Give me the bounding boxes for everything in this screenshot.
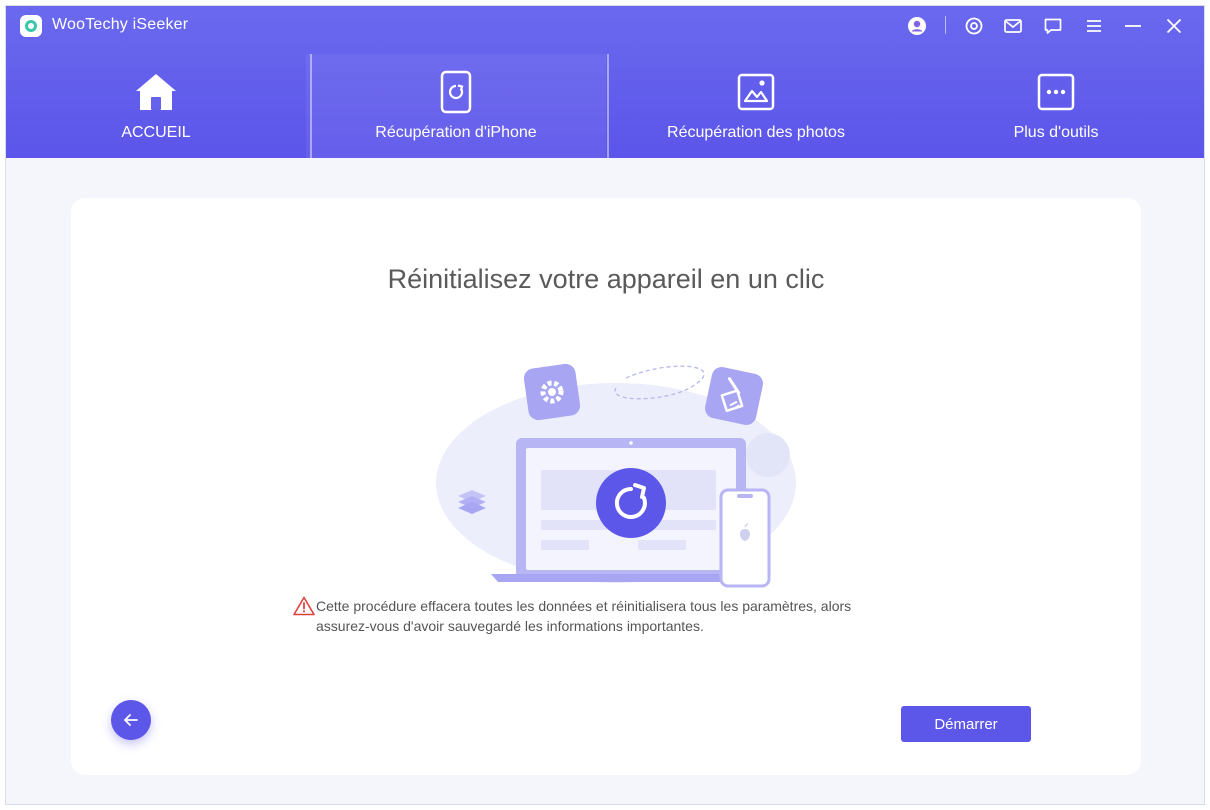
warning-line-2: assurez-vous d'avoir sauvegardé les info… <box>316 618 704 634</box>
app-window: WooTechy iSeeker ACCUEIL Récupération d'… <box>5 5 1205 805</box>
user-avatar-icon[interactable] <box>906 15 928 37</box>
tab-divider <box>310 54 312 158</box>
warning-message: Cette procédure effacera toutes les donn… <box>293 596 933 636</box>
tab-label: Récupération des photos <box>667 124 845 141</box>
tab-label: Récupération d'iPhone <box>375 124 537 141</box>
reset-device-illustration <box>426 358 806 588</box>
home-icon <box>134 70 178 114</box>
start-button[interactable]: Démarrer <box>901 706 1031 742</box>
menu-icon[interactable] <box>1083 15 1105 37</box>
tab-accueil[interactable]: ACCUEIL <box>6 54 306 158</box>
mail-icon[interactable] <box>1002 15 1024 37</box>
content-card: Réinitialisez votre appareil en un clic <box>71 198 1141 775</box>
tab-label: ACCUEIL <box>121 124 191 141</box>
tab-plus-outils[interactable]: Plus d'outils <box>906 54 1204 158</box>
page-title: Réinitialisez votre appareil en un clic <box>387 264 825 294</box>
tab-recuperation-photos[interactable]: Récupération des photos <box>606 54 906 158</box>
close-icon[interactable] <box>1163 15 1185 37</box>
arrow-left-icon <box>124 714 138 726</box>
app-title: WooTechy iSeeker <box>52 16 189 33</box>
app-logo-icon <box>20 15 42 37</box>
back-button[interactable] <box>111 700 151 740</box>
tab-recuperation-iphone[interactable]: Récupération d'iPhone <box>306 54 606 158</box>
tab-divider <box>607 54 609 158</box>
warning-line-1: Cette procédure effacera toutes les donn… <box>316 598 852 614</box>
titlebar: WooTechy iSeeker <box>6 6 1204 46</box>
minimize-icon[interactable] <box>1122 15 1144 37</box>
main-tabs: ACCUEIL Récupération d'iPhone Récupérati… <box>6 54 1204 158</box>
tab-label: Plus d'outils <box>1013 124 1099 141</box>
chat-icon[interactable] <box>1042 15 1064 37</box>
settings-target-icon[interactable] <box>963 15 985 37</box>
warning-icon <box>293 596 315 616</box>
header: WooTechy iSeeker ACCUEIL Récupération d'… <box>6 6 1204 158</box>
titlebar-separator <box>945 16 946 34</box>
warning-text: Cette procédure effacera toutes les donn… <box>316 596 851 636</box>
phone-refresh-icon <box>434 70 478 114</box>
photo-icon <box>734 70 778 114</box>
more-tools-icon <box>1034 70 1078 114</box>
